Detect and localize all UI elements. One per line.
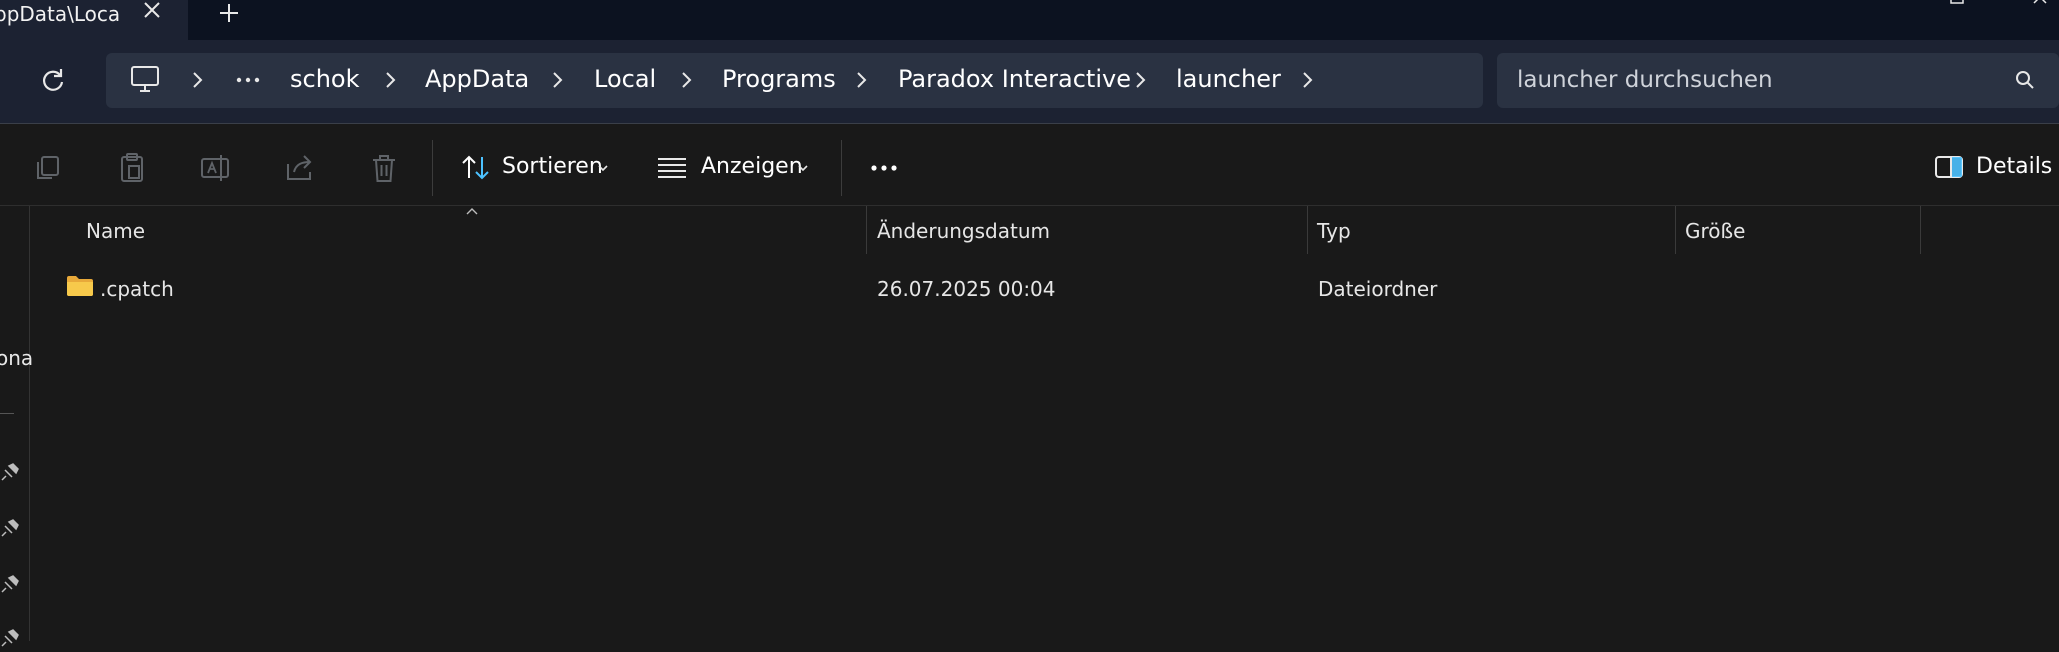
chevron-down-icon — [596, 160, 610, 174]
rename-button[interactable] — [198, 150, 234, 186]
column-header-size[interactable]: Größe — [1685, 219, 1745, 243]
breadcrumb-chevron[interactable] — [851, 68, 871, 92]
file-type: Dateiordner — [1318, 277, 1438, 301]
breadcrumb-chevron[interactable] — [547, 68, 567, 92]
delete-button[interactable] — [366, 150, 402, 186]
breadcrumb-chevron[interactable] — [1297, 68, 1317, 92]
divider — [0, 123, 2059, 124]
details-button[interactable]: Details — [1976, 154, 2052, 179]
close-window-button[interactable] — [2031, 0, 2049, 6]
breadcrumb-chevron[interactable] — [1130, 68, 1150, 92]
paste-button[interactable] — [114, 150, 150, 186]
rename-icon — [201, 155, 229, 181]
file-modified: 26.07.2025 00:04 — [877, 277, 1056, 301]
column-resize-handle[interactable] — [866, 206, 867, 254]
divider — [0, 205, 2059, 206]
nav-divider — [0, 413, 14, 414]
more-options-button[interactable] — [868, 154, 904, 182]
details-pane-icon — [1933, 152, 1965, 182]
breadcrumb-item-current[interactable]: launcher — [1176, 65, 1281, 93]
pin-icon[interactable] — [0, 572, 22, 594]
paste-icon — [121, 153, 143, 182]
chevron-right-icon — [682, 72, 692, 88]
breadcrumb-item[interactable]: Paradox Interactive — [898, 65, 1131, 93]
chevron-right-icon — [193, 72, 203, 88]
share-button[interactable] — [282, 150, 318, 186]
breadcrumb-item[interactable]: AppData — [425, 65, 529, 93]
breadcrumb-item[interactable]: Programs — [722, 65, 836, 93]
sort-indicator-icon — [463, 202, 481, 215]
chevron-right-icon — [553, 72, 563, 88]
column-resize-handle[interactable] — [1920, 206, 1921, 254]
navigation-pane-border[interactable] — [29, 206, 30, 641]
chevron-right-icon — [1303, 72, 1313, 88]
tab-close-button[interactable] — [139, 0, 165, 26]
this-pc-button[interactable] — [128, 64, 162, 96]
search-button[interactable] — [2013, 68, 2037, 92]
close-icon — [2033, 0, 2047, 4]
breadcrumb-chevron[interactable] — [187, 68, 207, 92]
column-header-name[interactable]: Name — [86, 219, 145, 243]
toolbar-separator — [432, 140, 433, 196]
breadcrumb-chevron[interactable] — [380, 68, 400, 92]
share-icon — [287, 155, 312, 180]
close-icon — [144, 2, 160, 18]
chevron-right-icon — [857, 72, 867, 88]
breadcrumb-chevron[interactable] — [676, 68, 696, 92]
search-icon — [2016, 71, 2034, 89]
column-resize-handle[interactable] — [1307, 206, 1308, 254]
breadcrumb-item[interactable]: schok — [290, 65, 360, 93]
copy-button[interactable] — [30, 150, 66, 186]
title-bar — [0, 0, 2059, 40]
refresh-icon — [42, 69, 64, 91]
maximize-button[interactable] — [1948, 0, 1966, 6]
plus-icon — [220, 4, 238, 22]
pin-icon[interactable] — [0, 516, 22, 538]
file-name[interactable]: .cpatch — [100, 277, 174, 301]
view-icon — [654, 150, 690, 186]
view-button[interactable]: Anzeigen — [701, 154, 803, 179]
maximize-icon — [1950, 0, 1964, 4]
chevron-right-icon — [386, 72, 396, 88]
delete-icon — [373, 155, 395, 182]
nav-item-label[interactable]: ona — [0, 346, 33, 370]
folder-icon — [66, 275, 94, 297]
sort-icon — [458, 150, 494, 186]
column-resize-handle[interactable] — [1675, 206, 1676, 254]
pin-icon[interactable] — [0, 626, 22, 648]
breadcrumb-item[interactable]: Local — [594, 65, 656, 93]
copy-icon — [37, 156, 59, 179]
pin-icon[interactable] — [0, 460, 22, 482]
sort-button[interactable]: Sortieren — [502, 154, 603, 179]
tab-title: ppData\Loca — [0, 2, 121, 26]
more-icon — [236, 77, 260, 83]
toolbar-separator — [841, 140, 842, 196]
chevron-right-icon — [1136, 72, 1146, 88]
refresh-button[interactable] — [38, 66, 68, 96]
breadcrumb-overflow-button[interactable] — [234, 68, 262, 92]
more-icon — [871, 165, 897, 171]
new-tab-button[interactable] — [215, 0, 243, 28]
column-header-type[interactable]: Typ — [1317, 219, 1351, 243]
computer-icon — [131, 66, 159, 92]
search-placeholder: launcher durchsuchen — [1517, 67, 1773, 93]
column-header-modified[interactable]: Änderungsdatum — [877, 219, 1050, 243]
chevron-down-icon — [796, 160, 810, 174]
